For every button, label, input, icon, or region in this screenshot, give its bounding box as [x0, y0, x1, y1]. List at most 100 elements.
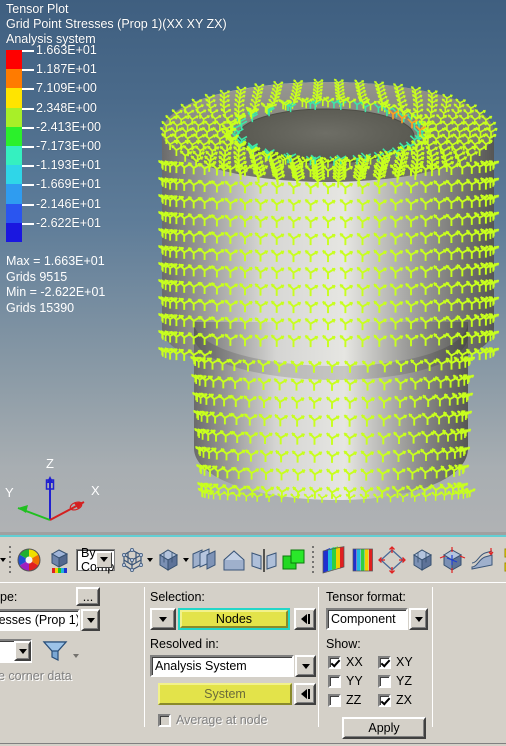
show-yy-checkbox[interactable] [328, 674, 341, 688]
panel-separator-2 [318, 587, 319, 727]
legend-tick-6 [22, 165, 34, 168]
legend-value-1: 1.187E+01 [36, 62, 97, 77]
shaded-panels-icon[interactable] [189, 545, 219, 575]
legend-band-7 [6, 184, 22, 204]
selection-label: Selection: [150, 590, 205, 604]
result-type-dropdown-button[interactable] [81, 609, 100, 631]
tensor-glyph [398, 493, 409, 502]
legend-band-0 [6, 50, 22, 70]
selection-nodes-button[interactable]: Nodes [180, 610, 288, 628]
legend-min-grids: Grids 15390 [6, 300, 75, 315]
legend-tick-4 [22, 126, 34, 129]
show-zz-row[interactable]: ZZ [328, 693, 378, 707]
mirror-icon[interactable] [249, 545, 279, 575]
average-at-node-label: Average at node [176, 713, 268, 727]
panel-separator-1 [144, 587, 145, 727]
selection-mode-dropdown[interactable] [150, 608, 176, 630]
legend-colorbar[interactable]: 1.663E+01 1.187E+01 7.109E+00 2.348E+00 -2.4… [6, 44, 206, 242]
panel-separator-3 [432, 587, 433, 727]
legend-value-0: 1.663E+01 [36, 43, 97, 57]
legend-band-9 [6, 222, 22, 242]
toolbar-grip-2[interactable] [312, 546, 315, 574]
legend-tick-9 [22, 222, 34, 225]
legend-max: Max = 1.663E+01 [6, 254, 105, 268]
selection-nodes-wrapper[interactable]: Nodes [178, 608, 290, 630]
show-xy-checkbox[interactable] [378, 655, 391, 669]
show-label: Show: [326, 637, 361, 651]
show-xx-row[interactable]: XX [328, 655, 378, 669]
average-at-node-row[interactable]: Average at node [158, 713, 268, 727]
show-zx-label: ZX [396, 693, 412, 707]
resolved-in-field[interactable]: Analysis System [150, 655, 294, 677]
show-xx-checkbox[interactable] [328, 655, 341, 669]
legend-band-4 [6, 126, 22, 146]
legend-min: Min = -2.622E+01 [6, 285, 106, 299]
show-zx-checkbox[interactable] [378, 693, 391, 707]
iso-surface-icon[interactable] [437, 545, 467, 575]
show-yz-row[interactable]: YZ [378, 674, 428, 688]
legend: Tensor Plot Grid Point Stresses (Prop 1)… [6, 2, 227, 242]
legend-band-6 [6, 165, 22, 185]
toolbar-grip[interactable] [9, 546, 11, 574]
duplicate-icon[interactable] [279, 545, 309, 575]
selection-rewind-button[interactable] [294, 608, 316, 630]
legend-subtitle: Grid Point Stresses (Prop 1)(XX XY ZX) [6, 17, 227, 31]
component-dropdown-button[interactable] [14, 641, 31, 661]
tensor-format-dropdown-button[interactable] [409, 608, 428, 630]
legend-band-8 [6, 203, 22, 223]
triad-x-label: X [91, 483, 100, 498]
vector-plot-icon[interactable] [407, 545, 437, 575]
house-icon[interactable] [219, 545, 249, 575]
triad-y-label: Y [5, 485, 14, 500]
color-wheel-icon[interactable] [14, 545, 44, 575]
tensor-format-label: Tensor format: [326, 590, 406, 604]
legend-band-3 [6, 107, 22, 127]
show-yz-checkbox[interactable] [378, 674, 391, 688]
resolved-in-label: Resolved in: [150, 637, 219, 651]
legend-tick-1 [22, 69, 34, 72]
contour-legend-icon[interactable] [44, 545, 74, 575]
legend-value-8: -2.146E+01 [36, 196, 101, 211]
corner-data-label: e corner data [0, 669, 72, 683]
legend-tick-5 [22, 146, 34, 148]
resolved-in-dropdown-button[interactable] [295, 655, 316, 677]
resolved-rewind-button[interactable] [294, 683, 316, 705]
by-comp-caret-icon[interactable] [96, 551, 113, 568]
tensor-format-field[interactable]: Component [326, 608, 408, 630]
legend-band-2 [6, 88, 22, 108]
3d-viewport[interactable]: Tensor Plot Grid Point Stresses (Prop 1)… [0, 0, 506, 532]
show-xy-row[interactable]: XY [378, 655, 428, 669]
show-zx-row[interactable]: ZX [378, 693, 428, 707]
by-comp-dropdown[interactable]: By Comp [76, 546, 116, 574]
iso-mesh-icon[interactable] [117, 545, 147, 575]
average-at-node-checkbox[interactable] [158, 713, 171, 727]
resolved-system-button[interactable]: System [158, 683, 292, 705]
filter-caret-icon[interactable] [70, 643, 81, 669]
show-xx-label: XX [346, 655, 363, 669]
legend-value-7: -1.669E+01 [36, 177, 101, 192]
legend-tick-2 [22, 88, 34, 91]
tensor-glyph [253, 492, 263, 502]
show-xy-label: XY [396, 655, 413, 669]
legend-tick-3 [22, 107, 34, 110]
solid-cube-icon[interactable] [153, 545, 183, 575]
legend-value-3: 2.348E+00 [36, 100, 97, 115]
deformed-shape-icon[interactable] [377, 545, 407, 575]
stripe-plot-icon[interactable] [347, 545, 377, 575]
linear-static-icon[interactable] [467, 545, 497, 575]
toolbar: By Comp [0, 537, 506, 582]
tensor-plot-icon[interactable] [497, 545, 506, 575]
show-zz-checkbox[interactable] [328, 693, 341, 707]
show-zz-label: ZZ [346, 693, 362, 707]
result-type-browse-button[interactable]: ... [76, 587, 100, 606]
overflow-caret-icon[interactable] [0, 547, 6, 573]
legend-value-2: 7.109E+00 [36, 81, 97, 96]
axis-triad: Z Y X [5, 456, 100, 521]
show-yy-row[interactable]: YY [328, 674, 378, 688]
apply-button[interactable]: Apply [342, 717, 426, 739]
result-type-field[interactable]: oint Stresses (Prop 1) (t) [0, 609, 80, 631]
triad-z-label: Z [46, 456, 54, 471]
show-yz-label: YZ [396, 674, 412, 688]
contour-plot-icon[interactable] [317, 545, 347, 575]
filter-funnel-icon[interactable] [42, 639, 68, 663]
